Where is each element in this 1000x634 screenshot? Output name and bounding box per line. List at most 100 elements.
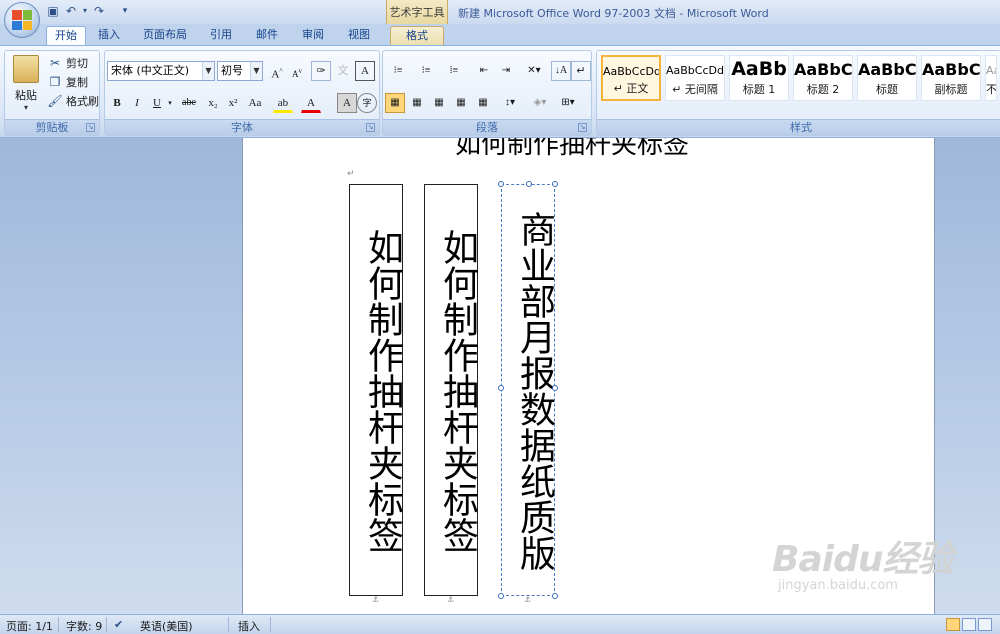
save-icon[interactable]: ▣ (46, 4, 60, 18)
asian-layout-icon[interactable]: ✕▾ (519, 61, 549, 81)
proofing-icon[interactable]: ✔ (114, 618, 123, 631)
decrease-indent-icon[interactable]: ⇤ (473, 61, 495, 81)
status-mode[interactable]: 插入 (238, 618, 260, 634)
highlight-icon[interactable]: ab (273, 93, 293, 113)
undo-dropdown-icon[interactable]: ▾ (78, 4, 92, 18)
paste-button[interactable]: 粘贴 ▾ (9, 55, 43, 115)
cut-label: 剪切 (66, 57, 88, 70)
underline-button[interactable]: U (147, 93, 167, 113)
full-screen-view-icon[interactable] (962, 618, 976, 631)
style-no-spacing[interactable]: AaBbCcDd ↵ 无间隔 (665, 55, 725, 101)
resize-handle[interactable] (552, 593, 558, 599)
wordart-box-2[interactable]: 如何制作抽杆夹标签 ⚓ (424, 184, 478, 604)
chevron-down-icon[interactable]: ▼ (250, 62, 262, 80)
redo-icon[interactable]: ↷ (92, 4, 106, 18)
sort-icon[interactable]: ↓A (551, 61, 571, 81)
style-title[interactable]: AaBbC 标题 (857, 55, 917, 101)
show-marks-icon[interactable]: ↵ (571, 61, 591, 81)
resize-handle[interactable] (552, 385, 558, 391)
line-spacing-icon[interactable]: ↕▾ (497, 93, 523, 113)
print-layout-view-icon[interactable] (946, 618, 960, 631)
paragraph-mark-icon: ↵ (347, 169, 355, 179)
char-shading-icon[interactable]: A (337, 93, 357, 113)
paragraph-launcher-icon[interactable]: ↘ (578, 123, 587, 132)
undo-icon[interactable]: ↶ (64, 4, 78, 18)
status-words[interactable]: 字数: 9 (66, 618, 102, 634)
cut-button[interactable]: ✂ 剪切 (47, 53, 88, 73)
multilevel-list-icon[interactable]: ⁞≡ (441, 61, 467, 81)
borders-icon[interactable]: ⊞▾ (555, 93, 581, 113)
font-launcher-icon[interactable]: ↘ (366, 123, 375, 132)
format-painter-button[interactable]: 🖌 格式刷 (47, 91, 99, 111)
tab-mailings[interactable]: 邮件 (250, 26, 284, 45)
copy-icon: ❐ (49, 75, 61, 89)
align-center-icon[interactable]: ▦ (407, 93, 427, 113)
status-page[interactable]: 页面: 1/1 (6, 618, 53, 634)
bold-button[interactable]: B (107, 93, 127, 113)
enclose-char-icon[interactable]: 字 (357, 93, 377, 113)
style-normal[interactable]: AaBbCcDd ↵ 正文 (601, 55, 661, 101)
wordart-box-1[interactable]: 如何制作抽杆夹标签 ⚓ (349, 184, 403, 604)
style-sample: AaBbCcDd (666, 64, 724, 77)
window-title: 新建 Microsoft Office Word 97-2003 文档 - Mi… (458, 7, 769, 20)
tab-references[interactable]: 引用 (204, 26, 238, 45)
resize-handle[interactable] (526, 181, 532, 187)
superscript-button[interactable]: x² (223, 93, 243, 113)
tab-page-layout[interactable]: 页面布局 (138, 26, 192, 45)
clear-format-icon[interactable]: ✑ (311, 61, 331, 81)
tab-format[interactable]: 格式 (390, 26, 444, 45)
phonetic-guide-icon[interactable]: 文 (333, 61, 353, 81)
subscript-button[interactable]: x₂ (203, 93, 223, 113)
style-name: 标题 1 (742, 83, 776, 96)
underline-dropdown-icon[interactable]: ▾ (165, 93, 175, 113)
tab-review[interactable]: 审阅 (296, 26, 330, 45)
ribbon: 粘贴 ▾ ✂ 剪切 ❐ 复制 🖌 格式刷 剪贴板 ↘ 宋体 (中文正文) ▼ 初号 ▼… (0, 45, 1000, 138)
office-button[interactable] (4, 2, 40, 38)
wordart-text-2: 如何制作抽杆夹标签 (437, 229, 478, 553)
wordart-box-3[interactable]: 商业部月报数据纸质版 ⚓ (498, 181, 558, 604)
paste-dropdown-icon: ▾ (23, 103, 28, 112)
web-layout-view-icon[interactable] (978, 618, 992, 631)
resize-handle[interactable] (498, 593, 504, 599)
tab-insert[interactable]: 插入 (92, 26, 126, 45)
font-size-combo[interactable]: 初号 ▼ (217, 61, 263, 81)
font-color-icon[interactable]: A (301, 93, 321, 113)
increase-indent-icon[interactable]: ⇥ (495, 61, 517, 81)
paragraph-group: ⁝≡ ⁝≡ ⁞≡ ⇤ ⇥ ✕▾ ↓A ↵ ▦ ▦ ▦ ▦ ▦ ↕▾ ◈▾ ⊞▾ … (382, 50, 592, 136)
style-subtitle[interactable]: AaBbC 副标题 (921, 55, 981, 101)
change-case-button[interactable]: Aa (243, 93, 267, 113)
styles-gallery: AaBbCcDd ↵ 正文 AaBbCcDd ↵ 无间隔 AaBb 标题 1 A… (601, 55, 997, 101)
distributed-icon[interactable]: ▦ (473, 93, 493, 113)
shading-icon[interactable]: ◈▾ (527, 93, 553, 113)
shrink-font-icon[interactable]: Av (287, 61, 307, 81)
customize-qat-icon[interactable]: ▾ (118, 4, 132, 18)
strikethrough-button[interactable]: abe (177, 93, 201, 113)
numbering-icon[interactable]: ⁝≡ (413, 61, 439, 81)
align-left-icon[interactable]: ▦ (385, 93, 405, 113)
align-right-icon[interactable]: ▦ (429, 93, 449, 113)
style-heading-2[interactable]: AaBbC 标题 2 (793, 55, 853, 101)
style-name: 标题 2 (806, 83, 840, 96)
clipboard-launcher-icon[interactable]: ↘ (86, 123, 95, 132)
font-name-value: 宋体 (中文正文) (111, 64, 190, 77)
bullets-icon[interactable]: ⁝≡ (385, 61, 411, 81)
style-subtle[interactable]: AaBbCcDd 不明 (985, 55, 997, 101)
resize-handle[interactable] (552, 181, 558, 187)
tab-home[interactable]: 开始 (46, 26, 86, 45)
style-heading-1[interactable]: AaBb 标题 1 (729, 55, 789, 101)
style-name: ↵ 无间隔 (672, 83, 718, 96)
status-language[interactable]: 英语(美国) (140, 618, 193, 634)
resize-handle[interactable] (498, 181, 504, 187)
anchor-icon: ⚓ (372, 595, 380, 604)
grow-font-icon[interactable]: A^ (267, 61, 287, 81)
style-sample: AaBb (731, 58, 787, 80)
char-border-icon[interactable]: A (355, 61, 375, 81)
font-name-combo[interactable]: 宋体 (中文正文) ▼ (107, 61, 215, 81)
resize-handle[interactable] (498, 385, 504, 391)
tab-view[interactable]: 视图 (342, 26, 376, 45)
scissors-icon: ✂ (49, 56, 61, 70)
justify-icon[interactable]: ▦ (451, 93, 471, 113)
italic-button[interactable]: I (127, 93, 147, 113)
copy-button[interactable]: ❐ 复制 (47, 72, 88, 92)
chevron-down-icon[interactable]: ▼ (202, 62, 214, 80)
